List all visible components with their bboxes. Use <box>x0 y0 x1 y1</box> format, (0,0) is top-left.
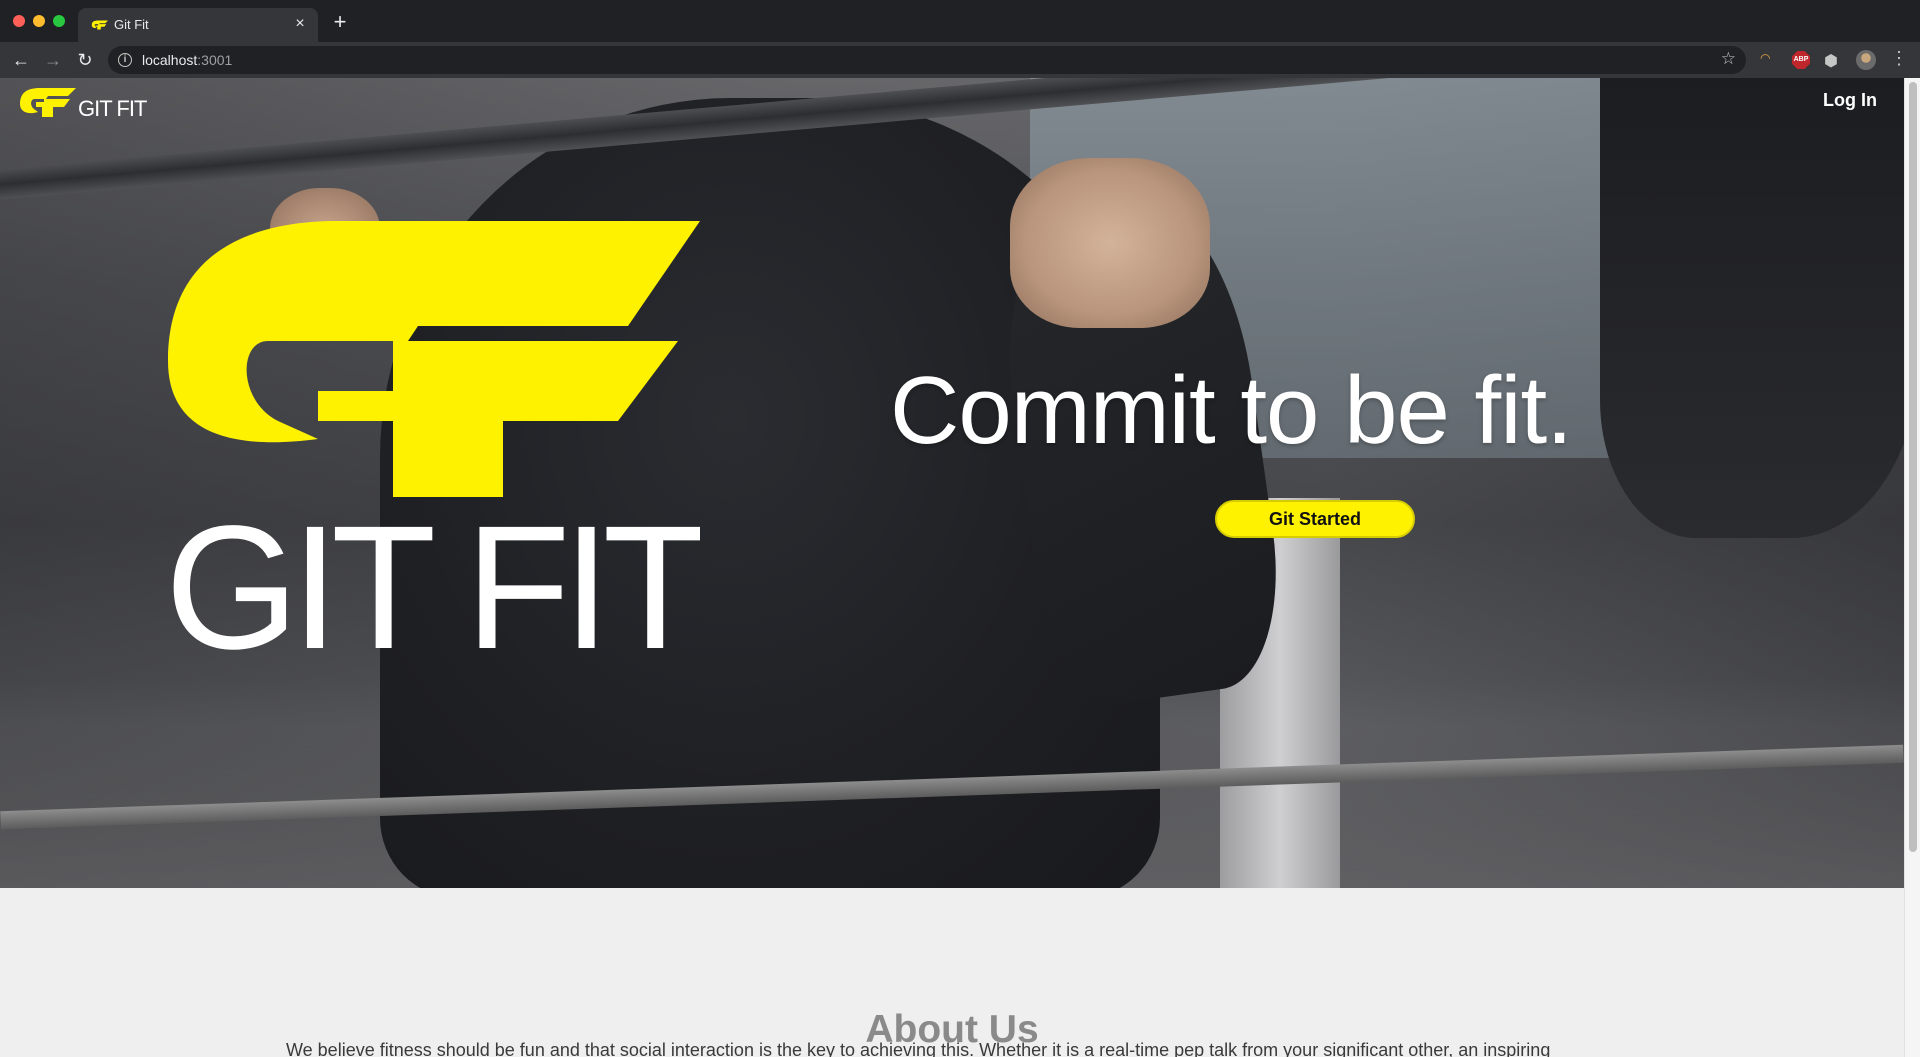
nav-logo-text: GIT FIT <box>78 96 147 120</box>
login-link[interactable]: Log In <box>1823 90 1877 111</box>
about-paragraph: We believe fitness should be fun and tha… <box>286 1040 1551 1057</box>
extensions-puzzle-icon[interactable]: ⬢ <box>1824 51 1838 71</box>
hero-headline: Commit to be fit. <box>890 357 1573 464</box>
url-port: :3001 <box>197 52 233 68</box>
page-scrollbar[interactable] <box>1904 78 1920 1057</box>
gitfit-nav-logo[interactable]: GIT FIT <box>18 86 154 120</box>
close-window-button[interactable] <box>13 15 25 27</box>
gitfit-brand-wordmark: GIT FIT <box>165 514 700 654</box>
browser-chrome: Git Fit × + ← → ↻ i localhost:3001 ☆ ◠ A… <box>0 0 1920 78</box>
adblock-plus-icon[interactable]: ABP <box>1792 51 1810 69</box>
hero-section: GIT FIT Log In GIT FIT Commit to be fit.… <box>0 78 1904 888</box>
reload-icon[interactable]: ↻ <box>74 49 96 71</box>
gitfit-logo-mark-icon <box>20 88 76 117</box>
close-tab-icon[interactable]: × <box>290 14 310 34</box>
hero-photo-punching-bag <box>1600 78 1904 538</box>
brand-word-text: GIT FIT <box>165 514 700 654</box>
new-tab-button[interactable]: + <box>330 11 350 33</box>
back-arrow-icon[interactable]: ← <box>10 49 32 71</box>
maximize-window-button[interactable] <box>53 15 65 27</box>
browser-tab-git-fit[interactable]: Git Fit × <box>78 8 318 42</box>
about-section: About Us <box>0 888 1904 1057</box>
scrollbar-thumb[interactable] <box>1909 82 1917 852</box>
gitfit-brand-mark-icon <box>168 221 700 497</box>
address-bar[interactable]: i localhost:3001 ☆ <box>108 46 1746 74</box>
tab-title: Git Fit <box>114 17 149 32</box>
git-started-button[interactable]: Git Started <box>1215 500 1415 538</box>
url-host: localhost <box>142 52 198 68</box>
minimize-window-button[interactable] <box>33 15 45 27</box>
hero-photo-hand <box>1010 158 1210 328</box>
page-viewport: GIT FIT Log In GIT FIT Commit to be fit.… <box>0 78 1920 1057</box>
bookmark-star-icon[interactable]: ☆ <box>1721 49 1736 69</box>
rainbow-extension-icon[interactable]: ◠ <box>1760 51 1776 67</box>
profile-avatar[interactable] <box>1856 50 1876 70</box>
gitfit-favicon-icon <box>91 20 108 30</box>
forward-arrow-icon[interactable]: → <box>42 49 64 71</box>
url-text[interactable]: localhost:3001 <box>142 52 232 68</box>
info-icon[interactable]: i <box>118 53 132 67</box>
browser-toolbar: ← → ↻ i localhost:3001 ☆ ◠ ABP ⬢ ⋮ <box>0 42 1920 78</box>
browser-menu-icon[interactable]: ⋮ <box>1890 48 1908 69</box>
tab-strip: Git Fit × + <box>0 0 1920 42</box>
